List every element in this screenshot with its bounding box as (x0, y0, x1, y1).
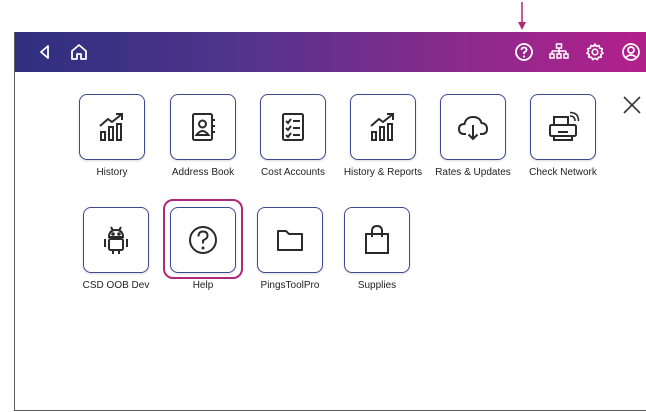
tile-pingstoolpro[interactable]: PingsToolPro (245, 207, 335, 291)
settings-icon[interactable] (583, 40, 607, 64)
history-reports-icon (370, 113, 394, 141)
app-window: History Address Book Cost Accounts Histo… (14, 32, 646, 411)
cloud-download-icon (457, 115, 489, 141)
tile-label: Address Book (171, 167, 235, 178)
tile-label: CSD OOB Dev (82, 280, 150, 291)
close-icon[interactable] (621, 94, 643, 116)
tile-label: Help (192, 280, 214, 291)
network-icon[interactable] (547, 40, 571, 64)
tile-address-book[interactable]: Address Book (158, 94, 248, 178)
cost-accounts-icon (282, 113, 304, 141)
account-icon[interactable] (619, 40, 643, 64)
check-network-icon (549, 111, 580, 141)
tile-cost-accounts[interactable]: Cost Accounts (248, 94, 338, 178)
tile-help[interactable]: Help (158, 207, 248, 291)
tile-check-network[interactable]: Check Network (518, 94, 608, 178)
tile-label: Cost Accounts (261, 167, 325, 178)
tile-label: PingsToolPro (260, 280, 320, 291)
folder-icon (277, 230, 303, 251)
tile-rates-updates[interactable]: Rates & Updates (428, 94, 518, 178)
tile-supplies[interactable]: Supplies (332, 207, 422, 291)
tile-csd-oob-dev[interactable]: CSD OOB Dev (71, 207, 161, 291)
history-icon (99, 113, 123, 141)
home-icon[interactable] (67, 40, 91, 64)
help-icon (189, 226, 217, 254)
help-icon[interactable] (512, 40, 536, 64)
tile-label: Rates & Updates (435, 167, 511, 178)
tile-label: History (96, 167, 128, 178)
tile-label: Supplies (357, 280, 397, 291)
back-icon[interactable] (33, 40, 57, 64)
tile-history[interactable]: History (67, 94, 157, 178)
address-book-icon (192, 113, 215, 141)
android-icon (104, 226, 128, 254)
tile-history-reports[interactable]: History & Reports (338, 94, 428, 178)
annotation-arrow-icon (518, 2, 526, 30)
top-bar (15, 32, 646, 72)
tile-label: History & Reports (343, 167, 423, 178)
tile-label: Check Network (529, 167, 597, 178)
shopping-bag-icon (365, 224, 389, 254)
